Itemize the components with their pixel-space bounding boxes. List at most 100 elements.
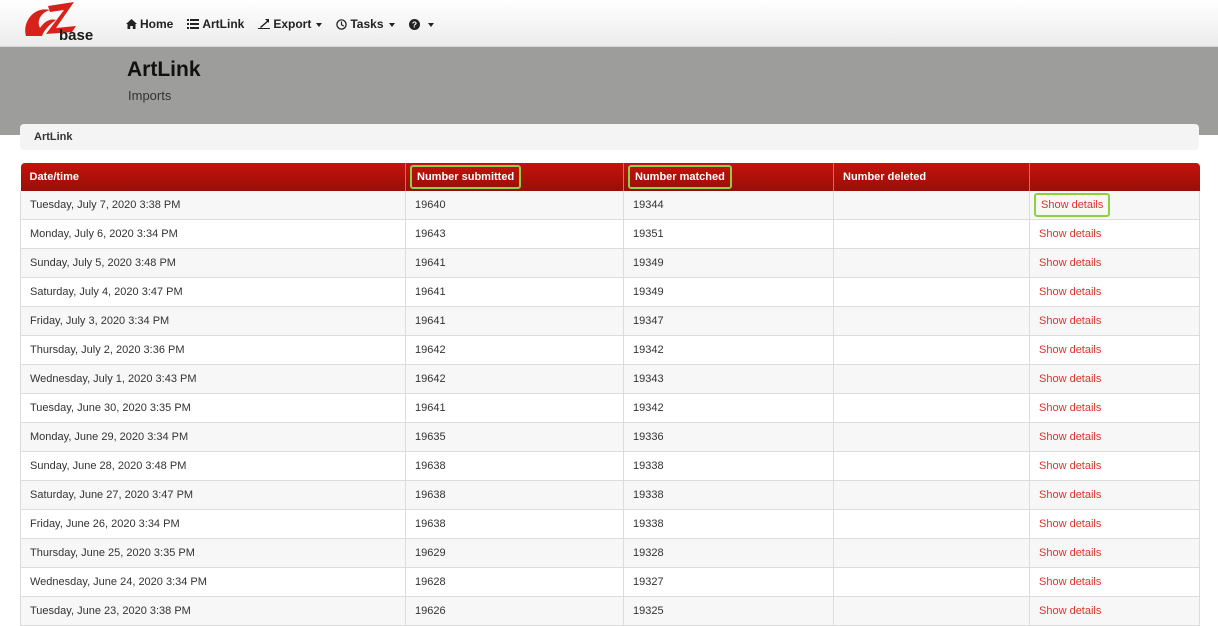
page-title: ArtLink bbox=[127, 58, 201, 81]
nav-help[interactable]: ? bbox=[408, 18, 434, 30]
cell-number-matched: 19338 bbox=[623, 451, 834, 481]
nav-home-label: Home bbox=[140, 17, 174, 31]
nav-artlink[interactable]: ArtLink bbox=[187, 17, 244, 31]
cell-number-submitted: 19626 bbox=[405, 596, 624, 626]
cell-number-deleted bbox=[833, 451, 1030, 481]
show-details-link[interactable]: Show details bbox=[1039, 460, 1101, 472]
show-details-link[interactable]: Show details bbox=[1034, 193, 1111, 217]
cell-number-matched: 19338 bbox=[623, 509, 834, 539]
cell-actions: Show details bbox=[1029, 335, 1200, 365]
nav-tasks[interactable]: Tasks bbox=[336, 17, 395, 31]
cell-number-submitted: 19643 bbox=[405, 219, 624, 249]
show-details-link[interactable]: Show details bbox=[1039, 286, 1101, 298]
cell-actions: Show details bbox=[1029, 393, 1200, 423]
show-details-link[interactable]: Show details bbox=[1039, 547, 1101, 559]
column-header-label: Number matched bbox=[628, 165, 732, 189]
logo-text: base bbox=[59, 27, 93, 44]
cell-number-submitted: 19642 bbox=[405, 364, 624, 394]
cell-number-matched: 19342 bbox=[623, 335, 834, 365]
cell-actions: Show details bbox=[1029, 538, 1200, 568]
cell-number-matched: 19343 bbox=[623, 364, 834, 394]
cell-actions: Show details bbox=[1029, 509, 1200, 539]
cell-datetime: Thursday, June 25, 2020 3:35 PM bbox=[20, 538, 406, 568]
show-details-link[interactable]: Show details bbox=[1039, 373, 1101, 385]
cell-number-deleted bbox=[833, 364, 1030, 394]
cell-number-deleted bbox=[833, 306, 1030, 336]
cell-actions: Show details bbox=[1029, 248, 1200, 278]
cell-number-matched: 19328 bbox=[623, 538, 834, 568]
cell-actions: Show details bbox=[1029, 567, 1200, 597]
nav-export[interactable]: Export bbox=[258, 17, 323, 31]
help-icon: ? bbox=[408, 18, 420, 30]
table-row: Tuesday, June 30, 2020 3:35 PM 19641 19342… bbox=[20, 393, 1200, 423]
cell-actions: Show details bbox=[1029, 191, 1200, 220]
cell-number-matched: 19351 bbox=[623, 219, 834, 249]
top-navbar: base Home ArtLink Export Tasks ? bbox=[0, 0, 1218, 47]
page-subtitle: Imports bbox=[128, 88, 172, 103]
main-nav: Home ArtLink Export Tasks ? bbox=[126, 15, 448, 33]
cell-actions: Show details bbox=[1029, 596, 1200, 626]
column-header-deleted[interactable]: Number deleted bbox=[833, 163, 1030, 191]
chevron-down-icon bbox=[427, 23, 434, 27]
chevron-down-icon bbox=[316, 23, 323, 27]
show-details-link[interactable]: Show details bbox=[1039, 518, 1101, 530]
show-details-link[interactable]: Show details bbox=[1039, 315, 1101, 327]
show-details-link[interactable]: Show details bbox=[1039, 344, 1101, 356]
cell-actions: Show details bbox=[1029, 306, 1200, 336]
cell-number-deleted bbox=[833, 219, 1030, 249]
table-row: Tuesday, June 23, 2020 3:38 PM 19626 19325… bbox=[20, 596, 1200, 626]
table-row: Monday, June 29, 2020 3:34 PM 19635 19336 S… bbox=[20, 422, 1200, 452]
cell-actions: Show details bbox=[1029, 364, 1200, 394]
cell-datetime: Tuesday, June 23, 2020 3:38 PM bbox=[20, 596, 406, 626]
show-details-link[interactable]: Show details bbox=[1039, 402, 1101, 414]
cell-datetime: Friday, June 26, 2020 3:34 PM bbox=[20, 509, 406, 539]
cell-datetime: Tuesday, July 7, 2020 3:38 PM bbox=[20, 191, 406, 220]
svg-text:?: ? bbox=[411, 19, 416, 29]
table-row: Saturday, July 4, 2020 3:47 PM 19641 19349… bbox=[20, 277, 1200, 307]
cell-number-deleted bbox=[833, 277, 1030, 307]
breadcrumb-current: ArtLink bbox=[34, 131, 73, 143]
cell-number-deleted bbox=[833, 393, 1030, 423]
show-details-link[interactable]: Show details bbox=[1039, 605, 1101, 617]
show-details-link[interactable]: Show details bbox=[1039, 576, 1101, 588]
cell-number-matched: 19347 bbox=[623, 306, 834, 336]
cell-number-deleted bbox=[833, 191, 1030, 220]
column-header-matched[interactable]: Number matched bbox=[623, 163, 834, 191]
export-icon bbox=[258, 19, 271, 29]
nav-home[interactable]: Home bbox=[126, 17, 173, 31]
table-row: Thursday, June 25, 2020 3:35 PM 19629 1932… bbox=[20, 538, 1200, 568]
column-header-datetime[interactable]: Date/time bbox=[20, 163, 406, 191]
column-header-label: Number submitted bbox=[410, 165, 522, 189]
cell-number-submitted: 19640 bbox=[405, 191, 624, 220]
table-row: Sunday, July 5, 2020 3:48 PM 19641 19349 Sh… bbox=[20, 248, 1200, 278]
cell-number-deleted bbox=[833, 248, 1030, 278]
table-row: Wednesday, June 24, 2020 3:34 PM 19628 193… bbox=[20, 567, 1200, 597]
column-header-label: Date/time bbox=[29, 171, 80, 183]
column-header-label: Number deleted bbox=[843, 171, 927, 183]
imports-table-container: Date/time Number submitted Number matche… bbox=[20, 163, 1200, 626]
cell-number-deleted bbox=[833, 335, 1030, 365]
show-details-link[interactable]: Show details bbox=[1039, 431, 1101, 443]
cell-datetime: Wednesday, June 24, 2020 3:34 PM bbox=[20, 567, 406, 597]
table-row: Friday, June 26, 2020 3:34 PM 19638 19338 S… bbox=[20, 509, 1200, 539]
table-row: Friday, July 3, 2020 3:34 PM 19641 19347 Sh… bbox=[20, 306, 1200, 336]
show-details-link[interactable]: Show details bbox=[1039, 489, 1101, 501]
cell-number-deleted bbox=[833, 422, 1030, 452]
cell-datetime: Thursday, July 2, 2020 3:36 PM bbox=[20, 335, 406, 365]
cell-number-matched: 19338 bbox=[623, 480, 834, 510]
cell-number-deleted bbox=[833, 509, 1030, 539]
breadcrumb: ArtLink bbox=[20, 124, 1199, 150]
cell-number-matched: 19349 bbox=[623, 277, 834, 307]
home-icon bbox=[126, 19, 137, 29]
cell-number-matched: 19336 bbox=[623, 422, 834, 452]
cell-datetime: Saturday, June 27, 2020 3:47 PM bbox=[20, 480, 406, 510]
show-details-link[interactable]: Show details bbox=[1039, 228, 1101, 240]
column-header-submitted[interactable]: Number submitted bbox=[405, 163, 624, 191]
table-row: Saturday, June 27, 2020 3:47 PM 19638 1933… bbox=[20, 480, 1200, 510]
show-details-link[interactable]: Show details bbox=[1039, 257, 1101, 269]
ez-logo-icon[interactable]: base bbox=[20, 0, 100, 46]
cell-number-deleted bbox=[833, 596, 1030, 626]
cell-number-submitted: 19641 bbox=[405, 277, 624, 307]
cell-datetime: Wednesday, July 1, 2020 3:43 PM bbox=[20, 364, 406, 394]
cell-number-submitted: 19629 bbox=[405, 538, 624, 568]
